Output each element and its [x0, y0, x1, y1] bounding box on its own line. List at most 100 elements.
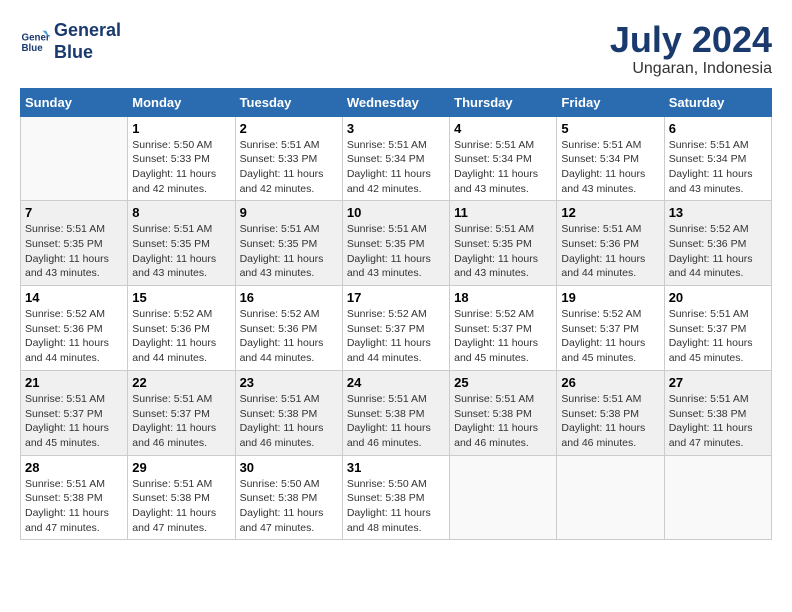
column-header-friday: Friday — [557, 88, 664, 116]
calendar-cell — [664, 455, 771, 540]
calendar-cell: 9 Sunrise: 5:51 AM Sunset: 5:35 PM Daylig… — [235, 201, 342, 286]
title-section: July 2024 Ungaran, Indonesia — [610, 20, 772, 78]
day-number: 10 — [347, 205, 445, 220]
calendar-cell: 20 Sunrise: 5:51 AM Sunset: 5:37 PM Dayli… — [664, 286, 771, 371]
day-number: 30 — [240, 460, 338, 475]
calendar-cell: 31 Sunrise: 5:50 AM Sunset: 5:38 PM Dayli… — [342, 455, 449, 540]
day-info: Sunrise: 5:51 AM Sunset: 5:37 PM Dayligh… — [669, 307, 767, 366]
day-number: 13 — [669, 205, 767, 220]
calendar-cell: 22 Sunrise: 5:51 AM Sunset: 5:37 PM Dayli… — [128, 370, 235, 455]
day-info: Sunrise: 5:51 AM Sunset: 5:34 PM Dayligh… — [454, 138, 552, 197]
calendar-week-row: 1 Sunrise: 5:50 AM Sunset: 5:33 PM Daylig… — [21, 116, 772, 201]
svg-text:General: General — [22, 32, 51, 43]
day-number: 26 — [561, 375, 659, 390]
calendar-cell: 7 Sunrise: 5:51 AM Sunset: 5:35 PM Daylig… — [21, 201, 128, 286]
calendar-cell: 18Sunrise: 5:52 AM Sunset: 5:37 PM Dayli… — [450, 286, 557, 371]
calendar-week-row: 21 Sunrise: 5:51 AM Sunset: 5:37 PM Dayli… — [21, 370, 772, 455]
svg-text:Blue: Blue — [22, 43, 44, 54]
day-info: Sunrise: 5:51 AM Sunset: 5:38 PM Dayligh… — [240, 392, 338, 451]
day-number: 25 — [454, 375, 552, 390]
column-header-sunday: Sunday — [21, 88, 128, 116]
day-number: 24 — [347, 375, 445, 390]
day-info: Sunrise: 5:51 AM Sunset: 5:38 PM Dayligh… — [561, 392, 659, 451]
day-info: Sunrise: 5:51 AM Sunset: 5:33 PM Dayligh… — [240, 138, 338, 197]
day-number: 23 — [240, 375, 338, 390]
day-info: Sunrise: 5:52 AM Sunset: 5:37 PM Dayligh… — [561, 307, 659, 366]
day-info: Sunrise: 5:51 AM Sunset: 5:38 PM Dayligh… — [669, 392, 767, 451]
day-info: Sunrise: 5:52 AM Sunset: 5:37 PM Dayligh… — [454, 307, 552, 366]
calendar-cell: 6 Sunrise: 5:51 AM Sunset: 5:34 PM Daylig… — [664, 116, 771, 201]
day-info: Sunrise: 5:51 AM Sunset: 5:34 PM Dayligh… — [669, 138, 767, 197]
day-number: 20 — [669, 290, 767, 305]
day-info: Sunrise: 5:51 AM Sunset: 5:38 PM Dayligh… — [132, 477, 230, 536]
logo-icon: General Blue — [20, 27, 50, 57]
calendar-cell: 15 Sunrise: 5:52 AM Sunset: 5:36 PM Dayli… — [128, 286, 235, 371]
day-info: Sunrise: 5:51 AM Sunset: 5:35 PM Dayligh… — [25, 222, 123, 281]
day-number: 7 — [25, 205, 123, 220]
calendar-cell: 1 Sunrise: 5:50 AM Sunset: 5:33 PM Daylig… — [128, 116, 235, 201]
calendar-cell: 12Sunrise: 5:51 AM Sunset: 5:36 PM Dayli… — [557, 201, 664, 286]
calendar-cell: 19 Sunrise: 5:52 AM Sunset: 5:37 PM Dayli… — [557, 286, 664, 371]
calendar-cell: 14 Sunrise: 5:52 AM Sunset: 5:36 PM Dayli… — [21, 286, 128, 371]
day-info: Sunrise: 5:52 AM Sunset: 5:36 PM Dayligh… — [25, 307, 123, 366]
day-number: 8 — [132, 205, 230, 220]
day-number: 12 — [561, 205, 659, 220]
day-info: Sunrise: 5:50 AM Sunset: 5:33 PM Dayligh… — [132, 138, 230, 197]
day-number: 5 — [561, 121, 659, 136]
day-number: 9 — [240, 205, 338, 220]
calendar-cell: 27 Sunrise: 5:51 AM Sunset: 5:38 PM Dayli… — [664, 370, 771, 455]
day-info: Sunrise: 5:52 AM Sunset: 5:36 PM Dayligh… — [240, 307, 338, 366]
day-info: Sunrise: 5:52 AM Sunset: 5:37 PM Dayligh… — [347, 307, 445, 366]
day-info: Sunrise: 5:52 AM Sunset: 5:36 PM Dayligh… — [132, 307, 230, 366]
day-info: Sunrise: 5:51 AM Sunset: 5:37 PM Dayligh… — [132, 392, 230, 451]
day-number: 31 — [347, 460, 445, 475]
logo-line1: General — [54, 20, 121, 40]
calendar-week-row: 7 Sunrise: 5:51 AM Sunset: 5:35 PM Daylig… — [21, 201, 772, 286]
day-number: 14 — [25, 290, 123, 305]
day-info: Sunrise: 5:51 AM Sunset: 5:35 PM Dayligh… — [240, 222, 338, 281]
calendar-week-row: 28Sunrise: 5:51 AM Sunset: 5:38 PM Dayli… — [21, 455, 772, 540]
calendar-cell: 26 Sunrise: 5:51 AM Sunset: 5:38 PM Dayli… — [557, 370, 664, 455]
column-header-tuesday: Tuesday — [235, 88, 342, 116]
day-info: Sunrise: 5:52 AM Sunset: 5:36 PM Dayligh… — [669, 222, 767, 281]
location: Ungaran, Indonesia — [610, 60, 772, 78]
day-info: Sunrise: 5:51 AM Sunset: 5:34 PM Dayligh… — [561, 138, 659, 197]
day-info: Sunrise: 5:51 AM Sunset: 5:34 PM Dayligh… — [347, 138, 445, 197]
calendar-cell: 2Sunrise: 5:51 AM Sunset: 5:33 PM Daylig… — [235, 116, 342, 201]
day-info: Sunrise: 5:51 AM Sunset: 5:38 PM Dayligh… — [25, 477, 123, 536]
calendar-cell: 16Sunrise: 5:52 AM Sunset: 5:36 PM Dayli… — [235, 286, 342, 371]
calendar-cell: 28Sunrise: 5:51 AM Sunset: 5:38 PM Dayli… — [21, 455, 128, 540]
day-number: 22 — [132, 375, 230, 390]
column-header-thursday: Thursday — [450, 88, 557, 116]
day-number: 11 — [454, 205, 552, 220]
day-number: 3 — [347, 121, 445, 136]
day-number: 17 — [347, 290, 445, 305]
day-number: 27 — [669, 375, 767, 390]
calendar-table: SundayMondayTuesdayWednesdayThursdayFrid… — [20, 88, 772, 541]
day-number: 21 — [25, 375, 123, 390]
day-number: 15 — [132, 290, 230, 305]
logo: General Blue General Blue — [20, 20, 121, 63]
calendar-cell: 25 Sunrise: 5:51 AM Sunset: 5:38 PM Dayli… — [450, 370, 557, 455]
day-info: Sunrise: 5:51 AM Sunset: 5:37 PM Dayligh… — [25, 392, 123, 451]
calendar-cell: 30Sunrise: 5:50 AM Sunset: 5:38 PM Dayli… — [235, 455, 342, 540]
day-info: Sunrise: 5:50 AM Sunset: 5:38 PM Dayligh… — [347, 477, 445, 536]
calendar-cell: 17 Sunrise: 5:52 AM Sunset: 5:37 PM Dayli… — [342, 286, 449, 371]
calendar-cell — [557, 455, 664, 540]
calendar-cell: 24 Sunrise: 5:51 AM Sunset: 5:38 PM Dayli… — [342, 370, 449, 455]
column-header-wednesday: Wednesday — [342, 88, 449, 116]
day-info: Sunrise: 5:51 AM Sunset: 5:35 PM Dayligh… — [132, 222, 230, 281]
calendar-cell: 4Sunrise: 5:51 AM Sunset: 5:34 PM Daylig… — [450, 116, 557, 201]
day-number: 1 — [132, 121, 230, 136]
day-number: 6 — [669, 121, 767, 136]
day-info: Sunrise: 5:51 AM Sunset: 5:38 PM Dayligh… — [454, 392, 552, 451]
calendar-cell: 23 Sunrise: 5:51 AM Sunset: 5:38 PM Dayli… — [235, 370, 342, 455]
calendar-header-row: SundayMondayTuesdayWednesdayThursdayFrid… — [21, 88, 772, 116]
day-info: Sunrise: 5:51 AM Sunset: 5:35 PM Dayligh… — [454, 222, 552, 281]
page-header: General Blue General Blue July 2024 Unga… — [20, 20, 772, 78]
day-info: Sunrise: 5:51 AM Sunset: 5:38 PM Dayligh… — [347, 392, 445, 451]
month-year: July 2024 — [610, 20, 772, 60]
day-number: 19 — [561, 290, 659, 305]
calendar-cell: 5 Sunrise: 5:51 AM Sunset: 5:34 PM Daylig… — [557, 116, 664, 201]
calendar-cell: 11 Sunrise: 5:51 AM Sunset: 5:35 PM Dayli… — [450, 201, 557, 286]
